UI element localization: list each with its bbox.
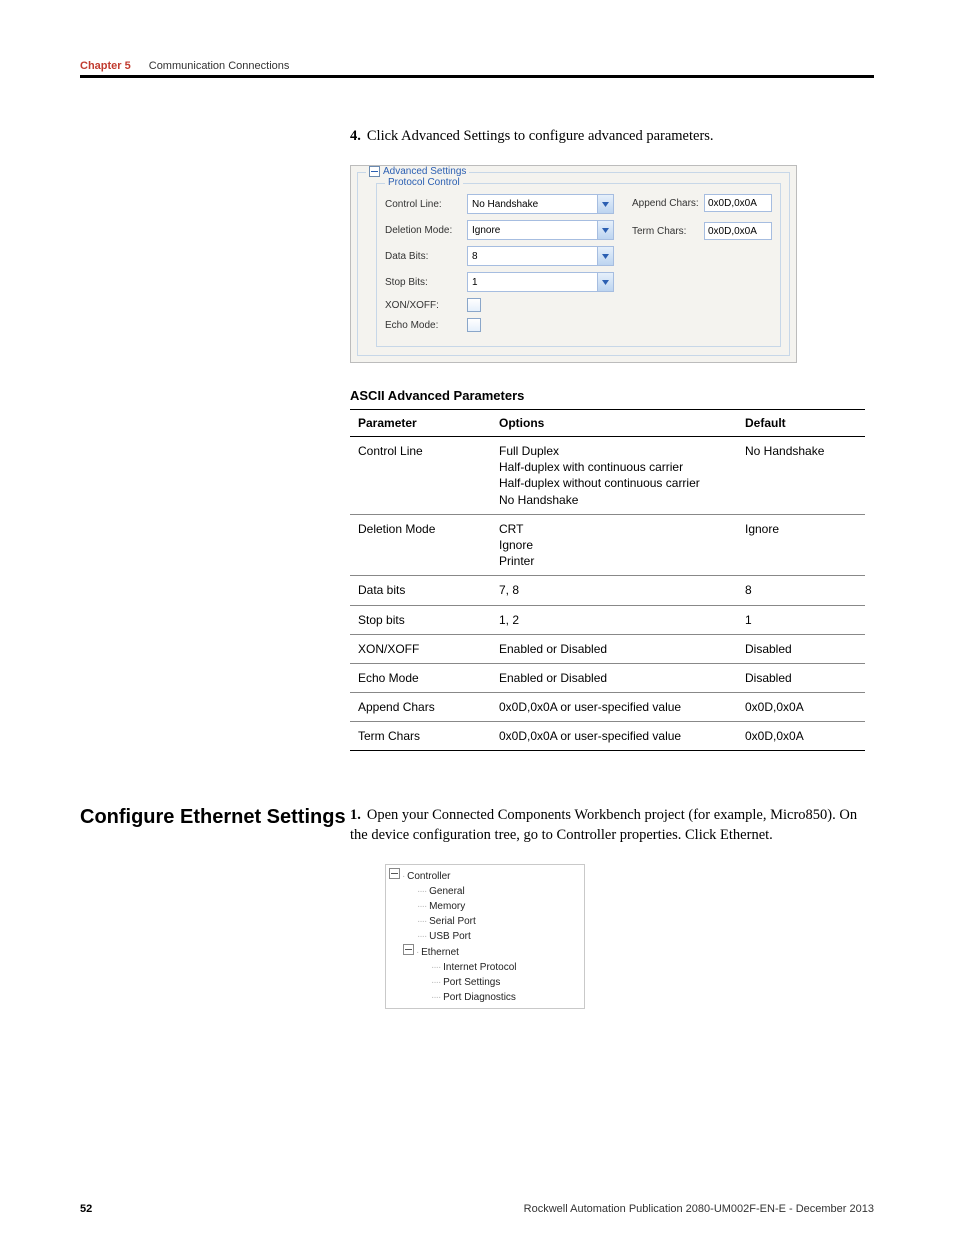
append-chars-input[interactable]: 0x0D,0x0A <box>704 194 772 212</box>
th-options: Options <box>491 410 737 437</box>
xonxoff-checkbox[interactable] <box>467 298 481 312</box>
control-line-label: Control Line: <box>385 199 467 210</box>
data-bits-label: Data Bits: <box>385 251 467 262</box>
advanced-settings-legend-text: Advanced Settings <box>383 166 466 177</box>
tree-ethernet-label: Ethernet <box>421 947 459 958</box>
th-default: Default <box>737 410 865 437</box>
page-number: 52 <box>80 1203 92 1215</box>
advanced-settings-legend[interactable]: Advanced Settings <box>366 166 469 177</box>
th-parameter: Parameter <box>350 410 491 437</box>
ascii-params-table: Parameter Options Default Control LineFu… <box>350 409 865 751</box>
tree-item[interactable]: ···· Memory <box>389 899 584 914</box>
cell-default: Disabled <box>737 663 865 692</box>
tree-root-label: Controller <box>407 871 450 882</box>
cell-default: Disabled <box>737 634 865 663</box>
controller-tree: · Controller ···· General···· Memory····… <box>385 864 585 1009</box>
section-step-1: 1.Open your Connected Components Workben… <box>350 806 874 845</box>
cell-options: Full Duplex Half-duplex with continuous … <box>491 437 737 515</box>
echo-mode-label: Echo Mode: <box>385 320 467 331</box>
table-row: XON/XOFFEnabled or DisabledDisabled <box>350 634 865 663</box>
xonxoff-label: XON/XOFF: <box>385 300 467 311</box>
cell-default: 1 <box>737 605 865 634</box>
collapse-icon[interactable] <box>389 868 400 879</box>
cell-parameter: Echo Mode <box>350 663 491 692</box>
tree-item[interactable]: ···· General <box>389 884 584 899</box>
cell-default: No Handshake <box>737 437 865 515</box>
control-line-value: No Handshake <box>472 199 538 210</box>
cell-default: 8 <box>737 576 865 605</box>
cell-options: CRT Ignore Printer <box>491 514 737 576</box>
chevron-down-icon <box>597 247 613 265</box>
data-bits-select[interactable]: 8 <box>467 246 614 266</box>
publication-info: Rockwell Automation Publication 2080-UM0… <box>524 1203 874 1215</box>
cell-options: 0x0D,0x0A or user-specified value <box>491 693 737 722</box>
chevron-down-icon <box>597 195 613 213</box>
cell-parameter: Deletion Mode <box>350 514 491 576</box>
stop-bits-select[interactable]: 1 <box>467 272 614 292</box>
cell-parameter: XON/XOFF <box>350 634 491 663</box>
protocol-control-legend: Protocol Control <box>385 177 463 188</box>
cell-options: 1, 2 <box>491 605 737 634</box>
step-4-text: Click Advanced Settings to configure adv… <box>367 128 714 144</box>
table-row: Term Chars0x0D,0x0A or user-specified va… <box>350 722 865 751</box>
cell-options: 7, 8 <box>491 576 737 605</box>
tree-item[interactable]: ···· Internet Protocol <box>389 960 584 975</box>
cell-parameter: Stop bits <box>350 605 491 634</box>
tree-item[interactable]: ···· USB Port <box>389 929 584 944</box>
table-row: Data bits7, 88 <box>350 576 865 605</box>
cell-parameter: Control Line <box>350 437 491 515</box>
header-rule <box>80 75 874 78</box>
collapse-icon[interactable] <box>403 944 414 955</box>
table-row: Append Chars0x0D,0x0A or user-specified … <box>350 693 865 722</box>
tree-item[interactable]: ···· Serial Port <box>389 914 584 929</box>
stop-bits-label: Stop Bits: <box>385 277 467 288</box>
section-heading: Configure Ethernet Settings <box>80 806 350 1008</box>
deletion-mode-value: Ignore <box>472 225 500 236</box>
table-row: Stop bits1, 21 <box>350 605 865 634</box>
cell-default: 0x0D,0x0A <box>737 722 865 751</box>
tree-root[interactable]: · Controller <box>389 868 584 884</box>
cell-options: Enabled or Disabled <box>491 634 737 663</box>
control-line-select[interactable]: No Handshake <box>467 194 614 214</box>
table-row: Control LineFull Duplex Half-duplex with… <box>350 437 865 515</box>
deletion-mode-label: Deletion Mode: <box>385 225 467 236</box>
cell-parameter: Append Chars <box>350 693 491 722</box>
cell-default: Ignore <box>737 514 865 576</box>
cell-options: 0x0D,0x0A or user-specified value <box>491 722 737 751</box>
step-4: 4. Click Advanced Settings to configure a… <box>350 128 874 145</box>
step-1-text: Open your Connected Components Workbench… <box>350 807 857 843</box>
cell-parameter: Data bits <box>350 576 491 605</box>
table-row: Deletion ModeCRT Ignore PrinterIgnore <box>350 514 865 576</box>
data-bits-value: 8 <box>472 251 478 262</box>
tree-item[interactable]: ···· Port Settings <box>389 975 584 990</box>
deletion-mode-select[interactable]: Ignore <box>467 220 614 240</box>
cell-parameter: Term Chars <box>350 722 491 751</box>
table-row: Echo ModeEnabled or DisabledDisabled <box>350 663 865 692</box>
chevron-down-icon <box>597 221 613 239</box>
term-chars-label: Term Chars: <box>632 226 704 237</box>
chevron-down-icon <box>597 273 613 291</box>
step-1-num: 1. <box>350 807 361 823</box>
stop-bits-value: 1 <box>472 277 478 288</box>
chapter-label: Chapter 5 <box>80 60 131 72</box>
cell-default: 0x0D,0x0A <box>737 693 865 722</box>
chapter-title: Communication Connections <box>149 60 290 72</box>
table-title: ASCII Advanced Parameters <box>350 388 874 403</box>
advanced-settings-panel: Advanced Settings Protocol Control Contr… <box>350 165 797 363</box>
cell-options: Enabled or Disabled <box>491 663 737 692</box>
echo-mode-checkbox[interactable] <box>467 318 481 332</box>
collapse-icon[interactable] <box>369 166 380 177</box>
term-chars-input[interactable]: 0x0D,0x0A <box>704 222 772 240</box>
step-4-num: 4. <box>350 128 361 144</box>
append-chars-label: Append Chars: <box>632 198 704 209</box>
tree-item-ethernet[interactable]: · Ethernet <box>389 944 584 960</box>
tree-item[interactable]: ···· Port Diagnostics <box>389 990 584 1005</box>
